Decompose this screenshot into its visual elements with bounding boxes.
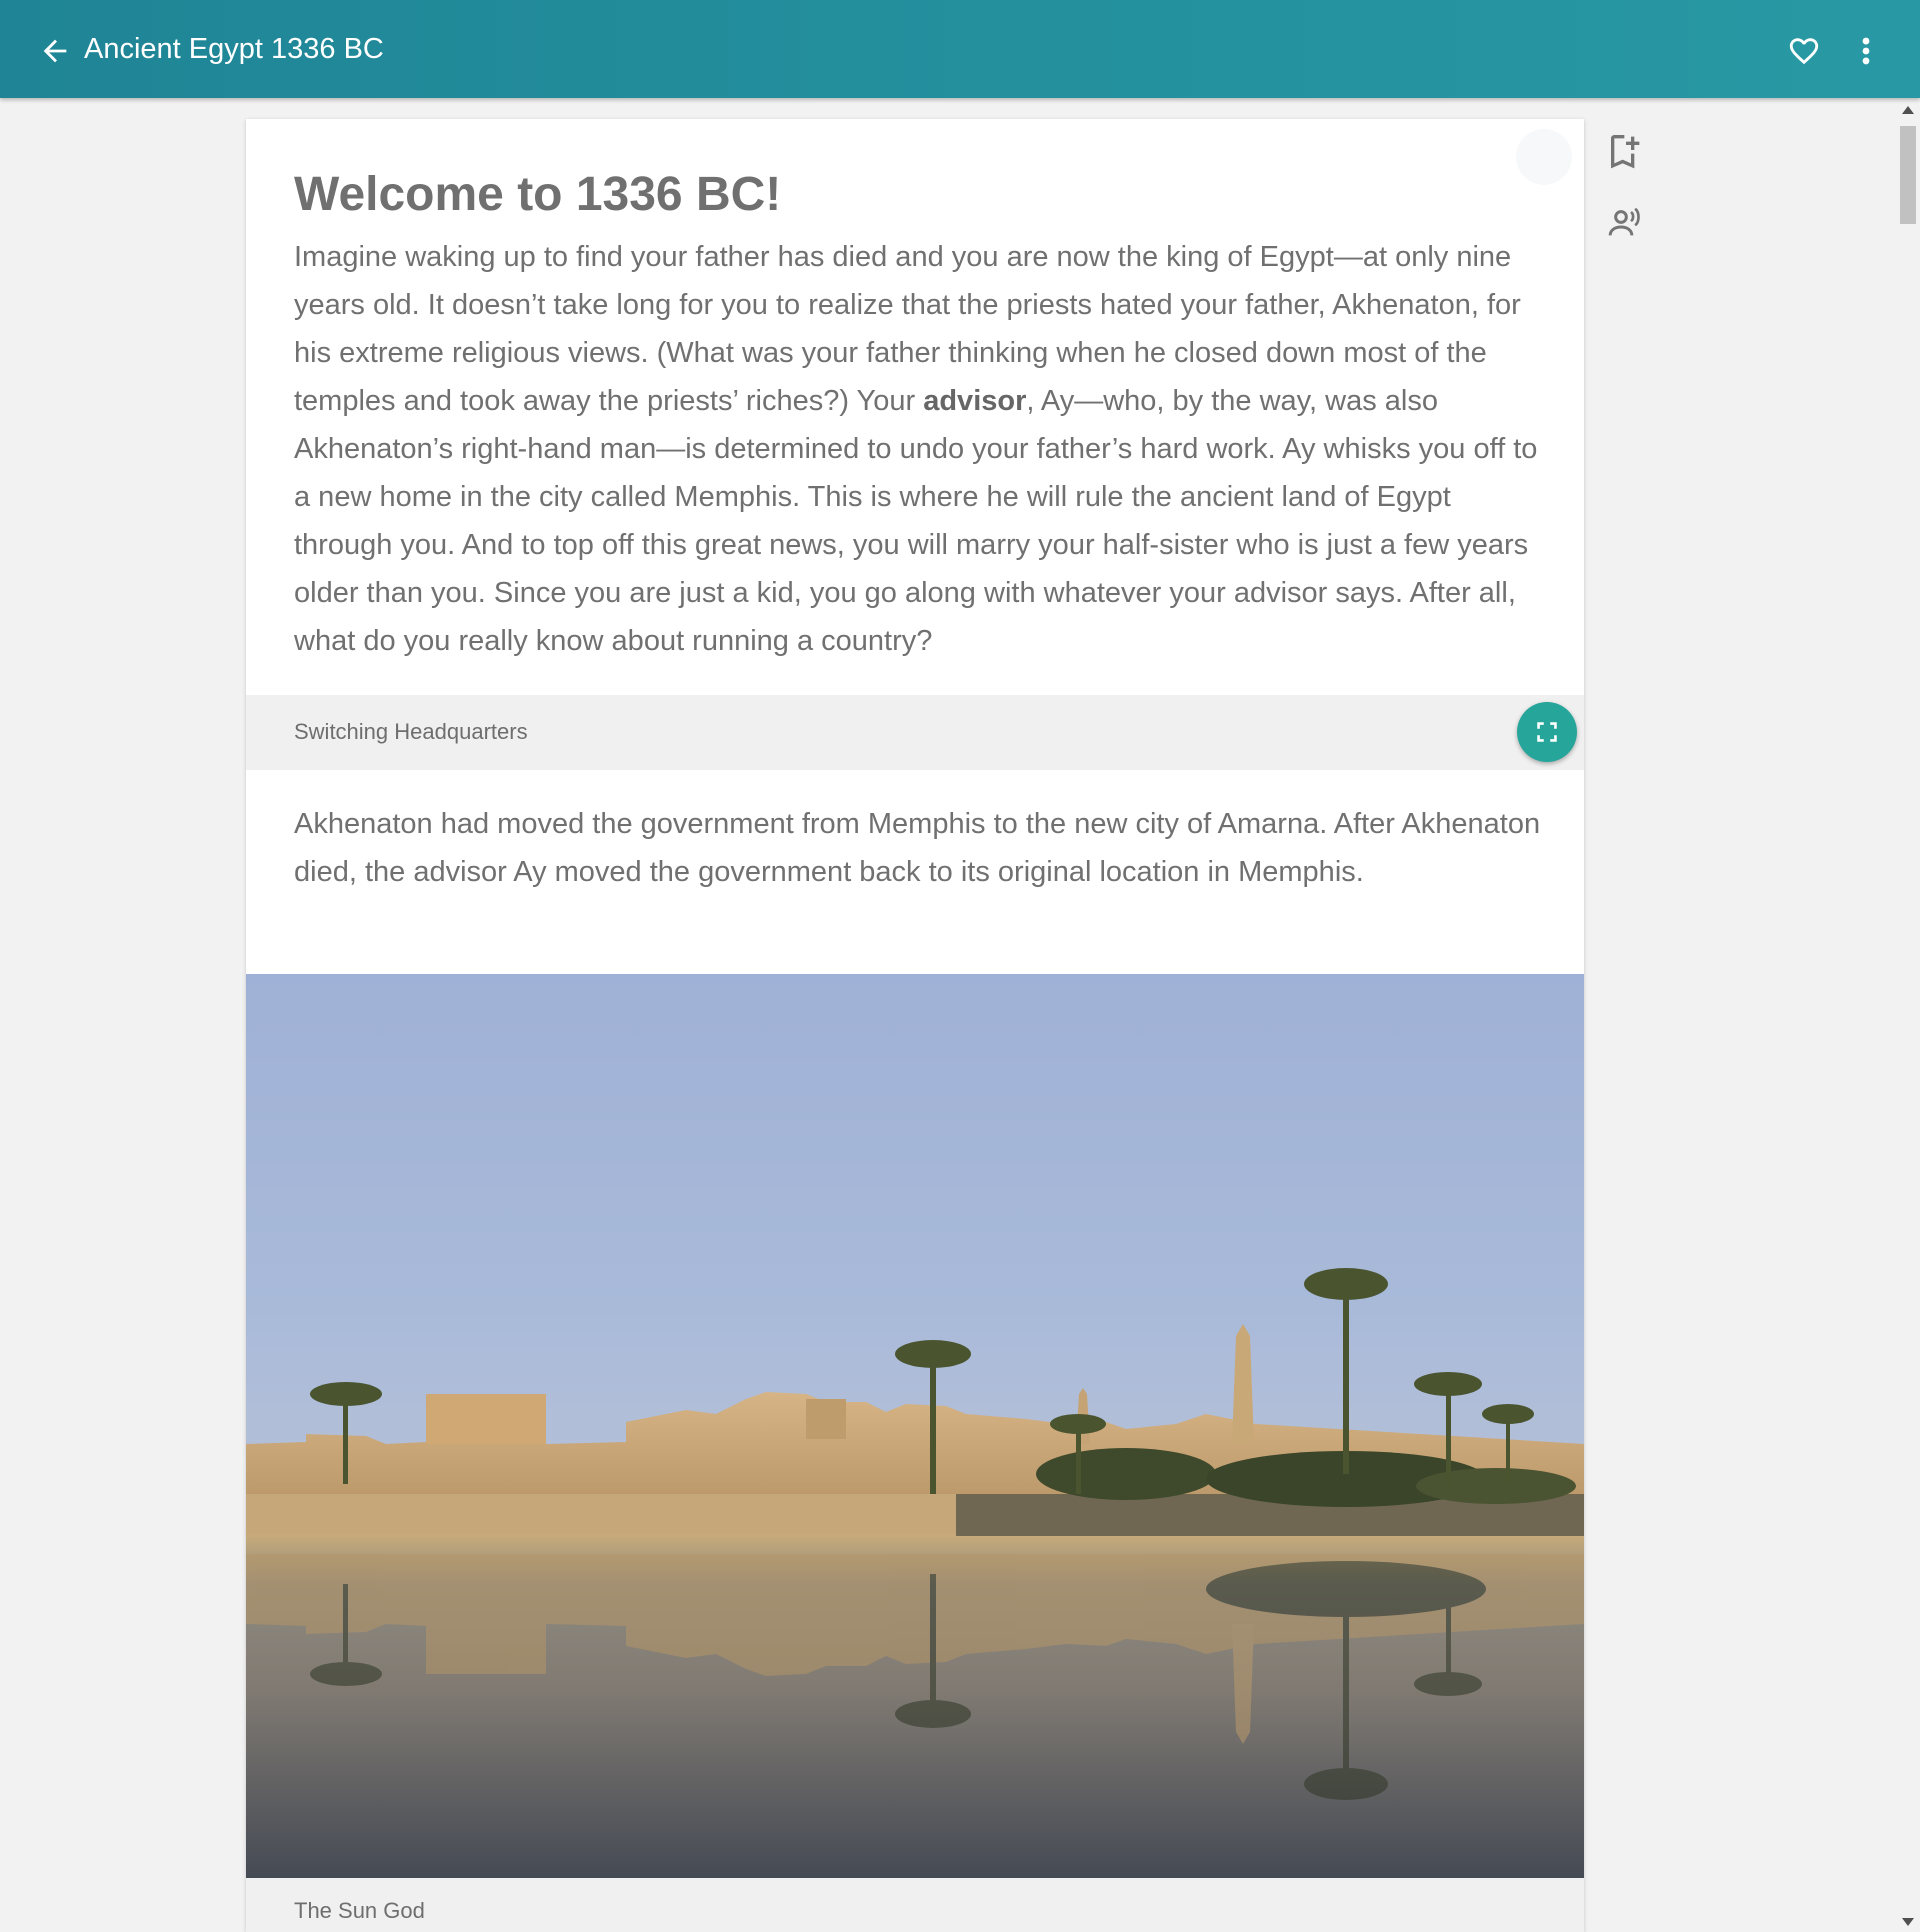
hidden-expand-button[interactable]: [1516, 129, 1572, 185]
karnak-temple-photo[interactable]: [246, 974, 1584, 1878]
fullscreen-icon: [1537, 722, 1557, 742]
intro-text-end: , Ay—who, by the way, was also Akhenaton…: [294, 385, 1538, 657]
next-caption-bar: The Sun God: [246, 1878, 1584, 1932]
arrow-left-icon[interactable]: [38, 34, 72, 68]
sidebar-caption-bar: Switching Headquarters: [246, 695, 1584, 770]
article-card: Welcome to 1336 BC! Imagine waking up to…: [246, 119, 1584, 1932]
more-vert-icon[interactable]: [1856, 34, 1876, 68]
page-scrollbar[interactable]: [1896, 98, 1920, 1932]
expand-button[interactable]: [1517, 702, 1577, 762]
intro-paragraph: Imagine waking up to find your father ha…: [294, 233, 1544, 665]
scroll-thumb[interactable]: [1900, 126, 1916, 224]
sidebar-paragraph: Akhenaton had moved the government from …: [294, 808, 1541, 888]
advisor-term[interactable]: advisor: [923, 385, 1026, 417]
article-heading: Welcome to 1336 BC!: [294, 168, 782, 221]
sidebar-caption: Switching Headquarters: [294, 719, 528, 744]
scroll-up-icon[interactable]: [1902, 106, 1914, 114]
next-caption: The Sun God: [294, 1898, 425, 1923]
app-bar: Ancient Egypt 1336 BC: [0, 0, 1920, 98]
text-to-speech-icon[interactable]: [1606, 202, 1646, 242]
page-title: Ancient Egypt 1336 BC: [84, 33, 384, 65]
bookmark-add-icon[interactable]: [1606, 130, 1646, 170]
heart-outline-icon[interactable]: [1786, 34, 1822, 68]
scroll-down-icon[interactable]: [1902, 1918, 1914, 1926]
